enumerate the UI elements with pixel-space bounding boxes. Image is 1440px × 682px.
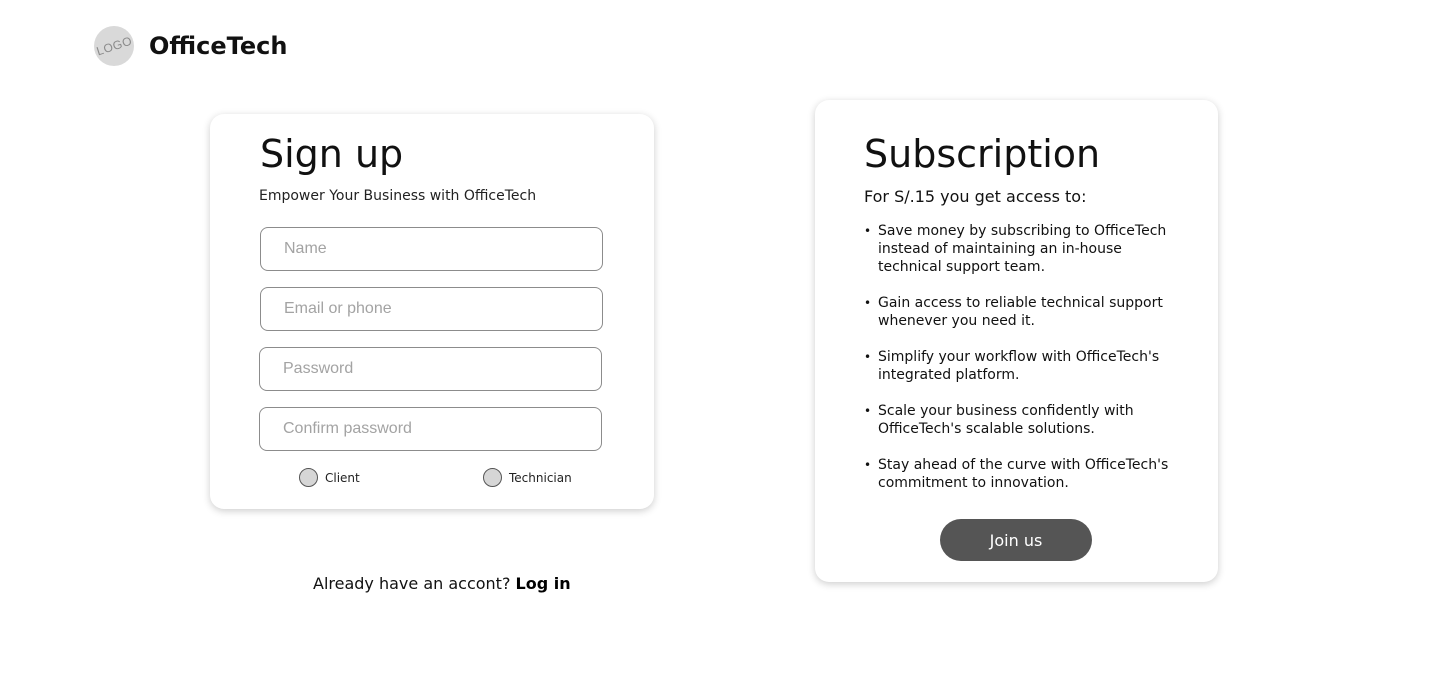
login-prompt-text: Already have an accont?	[313, 574, 511, 593]
page: LOGO OfficeTech Sign up Empower Your Bus…	[0, 0, 1440, 682]
signup-subtitle: Empower Your Business with OfficeTech	[259, 188, 537, 204]
technician-radio[interactable]	[483, 468, 502, 487]
technician-label: Technician	[509, 470, 572, 485]
benefit-item: Save money by subscribing to OfficeTech …	[864, 222, 1184, 276]
brand-name: OfficeTech	[149, 32, 288, 60]
client-radio[interactable]	[299, 468, 318, 487]
benefit-item: Simplify your workflow with OfficeTech's…	[864, 348, 1184, 384]
login-prompt: Already have an accont? Log in	[313, 574, 571, 593]
subscription-card: Subscription For S/.15 you get access to…	[815, 100, 1218, 582]
signup-title: Sign up	[260, 132, 404, 176]
join-us-button[interactable]: Join us	[940, 519, 1092, 561]
role-client-option[interactable]: Client	[299, 468, 360, 487]
client-label: Client	[325, 470, 360, 485]
email-or-phone-input[interactable]	[260, 287, 603, 331]
login-link[interactable]: Log in	[516, 574, 571, 593]
benefit-item: Stay ahead of the curve with OfficeTech'…	[864, 456, 1184, 492]
benefits-list: Save money by subscribing to OfficeTech …	[864, 222, 1184, 510]
signup-card: Sign up Empower Your Business with Offic…	[210, 114, 654, 509]
password-input[interactable]	[259, 347, 602, 391]
subscription-title: Subscription	[864, 132, 1101, 176]
logo[interactable]: LOGO	[94, 26, 134, 66]
benefit-item: Scale your business confidently with Off…	[864, 402, 1184, 438]
role-technician-option[interactable]: Technician	[483, 468, 572, 487]
benefit-item: Gain access to reliable technical suppor…	[864, 294, 1184, 330]
logo-text: LOGO	[94, 33, 134, 59]
name-input[interactable]	[260, 227, 603, 271]
subscription-lead: For S/.15 you get access to:	[864, 187, 1087, 206]
confirm-password-input[interactable]	[259, 407, 602, 451]
